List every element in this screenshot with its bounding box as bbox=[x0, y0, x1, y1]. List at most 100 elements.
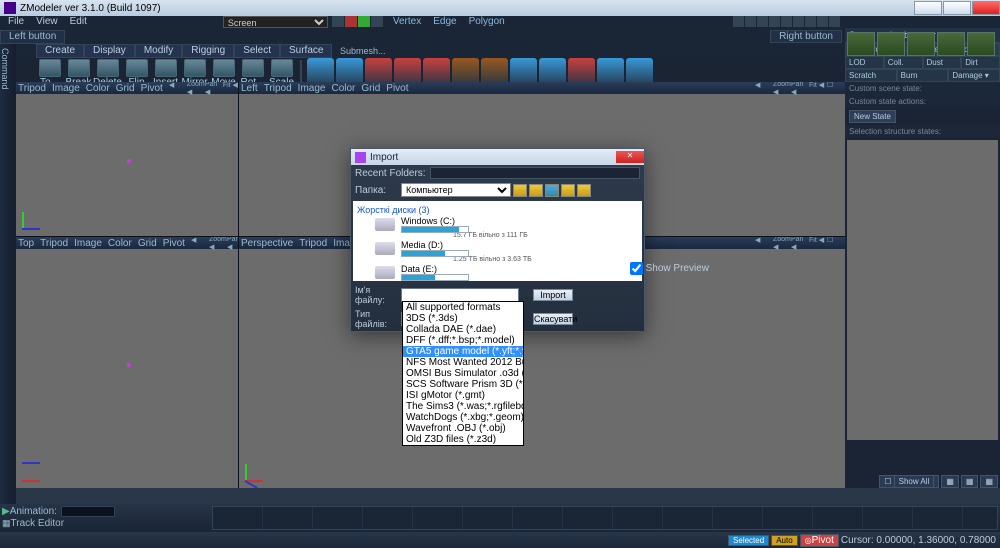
new-state-button[interactable]: New State bbox=[849, 110, 896, 123]
mini-tool-icon[interactable] bbox=[781, 16, 792, 27]
filetype-dropdown[interactable]: All supported formats3DS (*.3ds)Collada … bbox=[402, 301, 524, 446]
view-icon[interactable]: ▦ bbox=[980, 475, 998, 488]
maximize-button[interactable] bbox=[943, 1, 971, 15]
info-sel-states: Selection structure states: bbox=[845, 125, 1000, 138]
mini-tool-icon[interactable] bbox=[817, 16, 828, 27]
btn-dust[interactable]: Dust bbox=[923, 56, 962, 69]
prim-icon[interactable] bbox=[847, 32, 875, 56]
btn-scratch[interactable]: Scratch bbox=[845, 69, 897, 82]
view-mode-icon[interactable] bbox=[577, 184, 591, 197]
app-icon bbox=[4, 2, 16, 14]
prim-icon[interactable] bbox=[967, 32, 995, 56]
format-option[interactable]: The Sims3 (*.was;*.rgfilebd) bbox=[403, 401, 523, 412]
tool-icon[interactable] bbox=[345, 16, 357, 27]
nav-fwd-icon[interactable] bbox=[545, 184, 559, 197]
format-option[interactable]: GTA5 game model (*.yft;*.ydr;*.ydd) bbox=[403, 346, 523, 357]
mode-polygon[interactable]: Polygon bbox=[463, 16, 511, 30]
cat-select[interactable]: Select bbox=[234, 44, 280, 58]
status-pivot[interactable]: ◎Pivot bbox=[800, 534, 839, 547]
animation-label: Animation: bbox=[10, 506, 57, 517]
format-option[interactable]: Collada DAE (*.dae) bbox=[403, 324, 523, 335]
prim-icon[interactable] bbox=[877, 32, 905, 56]
format-option[interactable]: SCS Software Prism 3D (*.pmd) bbox=[403, 379, 523, 390]
cat-modify[interactable]: Modify bbox=[135, 44, 182, 58]
format-option[interactable]: Old Z3D files (*.z3d) bbox=[403, 434, 523, 445]
mode-vertex[interactable]: Vertex bbox=[387, 16, 427, 30]
showall-toggle[interactable]: ☐ Show All bbox=[879, 475, 939, 488]
cat-display[interactable]: Display bbox=[84, 44, 135, 58]
cat-surface[interactable]: Surface bbox=[280, 44, 332, 58]
mini-tool-icon[interactable] bbox=[745, 16, 756, 27]
format-option[interactable]: OMSI Bus Simulator .o3d (*.o3d) bbox=[403, 368, 523, 379]
animation-input[interactable] bbox=[61, 506, 115, 517]
btn-coll[interactable]: Coll. bbox=[884, 56, 923, 69]
tool-icon[interactable] bbox=[371, 16, 383, 27]
nav-back-icon[interactable] bbox=[513, 184, 527, 197]
format-option[interactable]: Wavefront .OBJ (*.obj) bbox=[403, 423, 523, 434]
menu-edit[interactable]: Edit bbox=[64, 16, 93, 30]
prim-icon[interactable] bbox=[907, 32, 935, 56]
recent-folders-select[interactable] bbox=[430, 167, 640, 179]
import-button[interactable]: Import bbox=[533, 289, 573, 301]
format-option[interactable]: DFF (*.dff;*.bsp;*.model) bbox=[403, 335, 523, 346]
format-option[interactable]: ISI gMotor (*.gmt) bbox=[403, 390, 523, 401]
filename-input[interactable] bbox=[401, 288, 519, 302]
mini-tool-icon[interactable] bbox=[829, 16, 840, 27]
viewport-front[interactable]: TripodImageColorGridPivot◀Zoom ◀Pan ◀Fit… bbox=[16, 82, 238, 236]
mini-tool-icon[interactable] bbox=[733, 16, 744, 27]
cat-create[interactable]: Create bbox=[36, 44, 84, 58]
format-option[interactable]: WatchDogs (*.xbg;*.geom) bbox=[403, 412, 523, 423]
nav-up-icon[interactable] bbox=[529, 184, 543, 197]
statusbar: Selected Auto ◎Pivot Cursor: 0.00000, 1.… bbox=[0, 532, 1000, 548]
file-list[interactable]: Жорсткі диски (3) Windows (C:)15.7 ГБ ві… bbox=[353, 201, 642, 281]
drive-section-header: Жорсткі диски (3) bbox=[357, 205, 638, 215]
drive-item[interactable]: Media (D:) bbox=[375, 240, 638, 257]
timeline-track[interactable] bbox=[212, 506, 998, 530]
format-option[interactable]: 3DS (*.3ds) bbox=[403, 313, 523, 324]
new-folder-icon[interactable] bbox=[561, 184, 575, 197]
tool-icon[interactable] bbox=[332, 16, 344, 27]
drive-icon bbox=[375, 242, 395, 255]
mode-edge[interactable]: Edge bbox=[427, 16, 462, 30]
filename-label: Ім'я файлу: bbox=[355, 285, 401, 305]
btn-lod[interactable]: LOD bbox=[845, 56, 884, 69]
command-panel-tab[interactable]: Command bbox=[0, 44, 10, 90]
cat-rigging[interactable]: Rigging bbox=[182, 44, 234, 58]
cancel-button[interactable]: Скасувати bbox=[533, 313, 573, 325]
mini-tool-icon[interactable] bbox=[793, 16, 804, 27]
right-button-tab[interactable]: Right button bbox=[770, 30, 842, 43]
menu-view[interactable]: View bbox=[30, 16, 64, 30]
mini-tool-icon[interactable] bbox=[805, 16, 816, 27]
folder-select[interactable]: Компьютер bbox=[401, 183, 511, 197]
minimize-button[interactable] bbox=[914, 1, 942, 15]
drive-item[interactable]: Data (E:) bbox=[375, 264, 638, 281]
track-editor-toggle[interactable]: Track Editor bbox=[11, 518, 65, 529]
prim-icon[interactable] bbox=[937, 32, 965, 56]
tool-icon[interactable] bbox=[358, 16, 370, 27]
btn-dirt[interactable]: Dirt bbox=[961, 56, 1000, 69]
close-button[interactable] bbox=[972, 1, 1000, 15]
view-icon[interactable]: ▦ bbox=[961, 475, 979, 488]
left-button-tab[interactable]: Left button bbox=[0, 30, 65, 44]
recent-folders-label: Recent Folders: bbox=[355, 168, 426, 179]
menu-file[interactable]: File bbox=[2, 16, 30, 30]
mini-tool-icon[interactable] bbox=[757, 16, 768, 27]
transform-space-select[interactable]: Screen bbox=[223, 16, 328, 28]
drive-icon bbox=[375, 266, 395, 279]
toolbar-section-label: Submesh... bbox=[340, 46, 386, 56]
btn-burn[interactable]: Burn bbox=[897, 69, 949, 82]
status-auto[interactable]: Auto bbox=[771, 535, 797, 546]
show-preview-check[interactable]: Show Preview bbox=[630, 262, 709, 275]
dialog-close-button[interactable]: ✕ bbox=[616, 151, 644, 163]
status-selected[interactable]: Selected bbox=[728, 535, 769, 546]
view-icon[interactable]: ▦ bbox=[941, 475, 959, 488]
left-sidebar: Command bbox=[0, 44, 16, 524]
mini-tool-icon[interactable] bbox=[769, 16, 780, 27]
viewport-top[interactable]: TopTripodImageColorGridPivot◀Zoom ◀Pan ◀… bbox=[16, 237, 238, 488]
format-option[interactable]: NFS Most Wanted 2012 Bundle (*.bndl;*.bi… bbox=[403, 357, 523, 368]
drive-item[interactable]: Windows (C:) bbox=[375, 216, 638, 233]
format-option[interactable]: All supported formats bbox=[403, 302, 523, 313]
btn-damage[interactable]: Damage ▾ bbox=[948, 69, 1000, 82]
drive-icon bbox=[375, 218, 395, 231]
dialog-titlebar[interactable]: Import ✕ bbox=[351, 149, 644, 165]
